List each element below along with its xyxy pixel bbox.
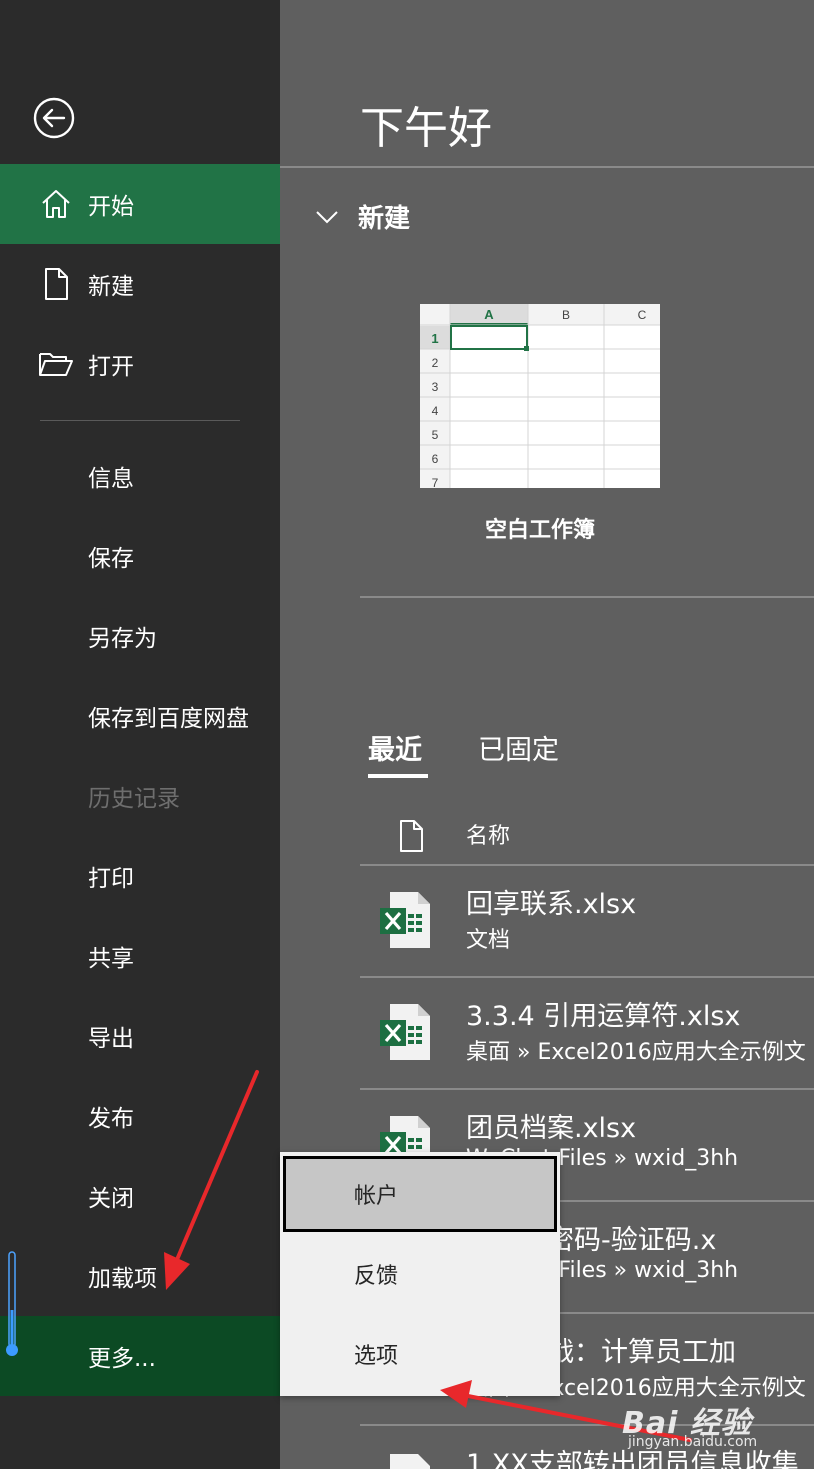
nav-label: 保存到百度网盘	[88, 706, 249, 732]
divider	[360, 596, 814, 598]
nav-label: 发布	[88, 1106, 134, 1132]
nav-label: 共享	[88, 946, 134, 972]
file-name: 回享联系.xlsx	[466, 889, 637, 920]
file-path: 文档	[466, 928, 511, 953]
column-header-b: B	[562, 308, 570, 322]
backstage-sidebar: 开始 新建 打开 信息 保存 另存为 保存到百度网盘 历史记录 打印 共享 导出…	[0, 0, 280, 1469]
nav-label: 另存为	[88, 626, 157, 652]
scroll-indicator[interactable]	[6, 1250, 18, 1360]
nav-new[interactable]: 新建	[0, 244, 280, 324]
tab-pinned[interactable]: 已固定	[478, 728, 559, 767]
new-section-toggle[interactable]: 新建	[314, 198, 410, 235]
home-icon	[38, 186, 74, 222]
excel-file-icon	[378, 890, 432, 954]
nav-label: 开始	[88, 194, 134, 220]
chevron-down-icon	[316, 210, 338, 223]
menu-item-feedback[interactable]: 反馈	[280, 1234, 560, 1314]
open-folder-icon	[38, 346, 74, 382]
sidebar-divider	[40, 420, 240, 421]
nav-history: 历史记录	[0, 756, 280, 836]
nav-close[interactable]: 关闭	[0, 1156, 280, 1236]
row-header-6: 6	[432, 452, 439, 466]
blank-workbook-label[interactable]: 空白工作簿	[420, 512, 660, 544]
nav-export[interactable]: 导出	[0, 996, 280, 1076]
row-header-4: 4	[432, 404, 439, 418]
nav-label: 打开	[88, 354, 134, 380]
new-document-icon	[38, 266, 74, 302]
nav-home[interactable]: 开始	[0, 164, 280, 244]
watermark-url: jingyan.baidu.com	[628, 1434, 758, 1450]
nav-publish[interactable]: 发布	[0, 1076, 280, 1156]
row-header-7: 7	[432, 476, 439, 488]
nav-save[interactable]: 保存	[0, 516, 280, 596]
blank-workbook-template[interactable]: A B C 1 2 3 4 5 6 7	[420, 304, 660, 488]
file-row[interactable]: 回享联系.xlsx 文档	[360, 866, 814, 978]
nav-open[interactable]: 打开	[0, 324, 280, 404]
menu-item-options[interactable]: 选项	[280, 1314, 560, 1394]
row-header-3: 3	[432, 380, 439, 394]
blank-workbook-thumbnail: A B C 1 2 3 4 5 6 7	[420, 304, 660, 488]
file-row[interactable]: 3.3.4 引用运算符.xlsx 桌面 » Excel2016应用大全示例文	[360, 978, 814, 1090]
baidu-jingyan-watermark: Bai 经验 jingyan.baidu.com	[622, 1398, 757, 1450]
nav-print[interactable]: 打印	[0, 836, 280, 916]
column-name-header[interactable]: 名称	[466, 818, 510, 850]
nav-info[interactable]: 信息	[0, 436, 280, 516]
nav-label: 导出	[88, 1026, 134, 1052]
excel-file-icon	[378, 1452, 432, 1469]
greeting-title: 下午好	[360, 103, 492, 154]
excel-file-icon	[378, 1002, 432, 1066]
nav-label: 保存	[88, 546, 134, 572]
nav-share[interactable]: 共享	[0, 916, 280, 996]
back-arrow-icon	[33, 97, 75, 139]
file-name: 团员档案.xlsx	[466, 1113, 637, 1144]
nav-label: 打印	[88, 866, 134, 892]
new-section-title: 新建	[358, 204, 411, 234]
column-header-c: C	[638, 308, 647, 322]
nav-label: 更多...	[88, 1346, 156, 1372]
menu-item-account[interactable]: 帐户	[283, 1156, 557, 1232]
more-popup-menu: 帐户 反馈 选项	[280, 1152, 560, 1396]
nav-more[interactable]: 更多...	[0, 1316, 280, 1396]
nav-addins[interactable]: 加载项	[0, 1236, 280, 1316]
nav-label: 信息	[88, 466, 134, 492]
tab-recent[interactable]: 最近	[368, 728, 428, 778]
column-header-a: A	[484, 307, 494, 322]
nav-label: 关闭	[88, 1186, 134, 1212]
row-header-5: 5	[432, 428, 439, 442]
row-header-2: 2	[432, 356, 439, 370]
document-icon	[396, 818, 426, 858]
nav-save-to-baidu[interactable]: 保存到百度网盘	[0, 676, 280, 756]
nav-label: 历史记录	[88, 786, 180, 812]
divider	[280, 166, 814, 168]
row-header-1: 1	[431, 331, 438, 346]
back-button[interactable]	[33, 97, 75, 139]
file-name: 3.3.4 引用运算符.xlsx	[466, 1001, 741, 1032]
file-path: 桌面 » Excel2016应用大全示例文	[466, 1040, 806, 1065]
file-list-header: 名称	[360, 810, 814, 866]
nav-save-as[interactable]: 另存为	[0, 596, 280, 676]
nav-label: 新建	[88, 274, 134, 300]
nav-label: 加载项	[88, 1266, 157, 1292]
